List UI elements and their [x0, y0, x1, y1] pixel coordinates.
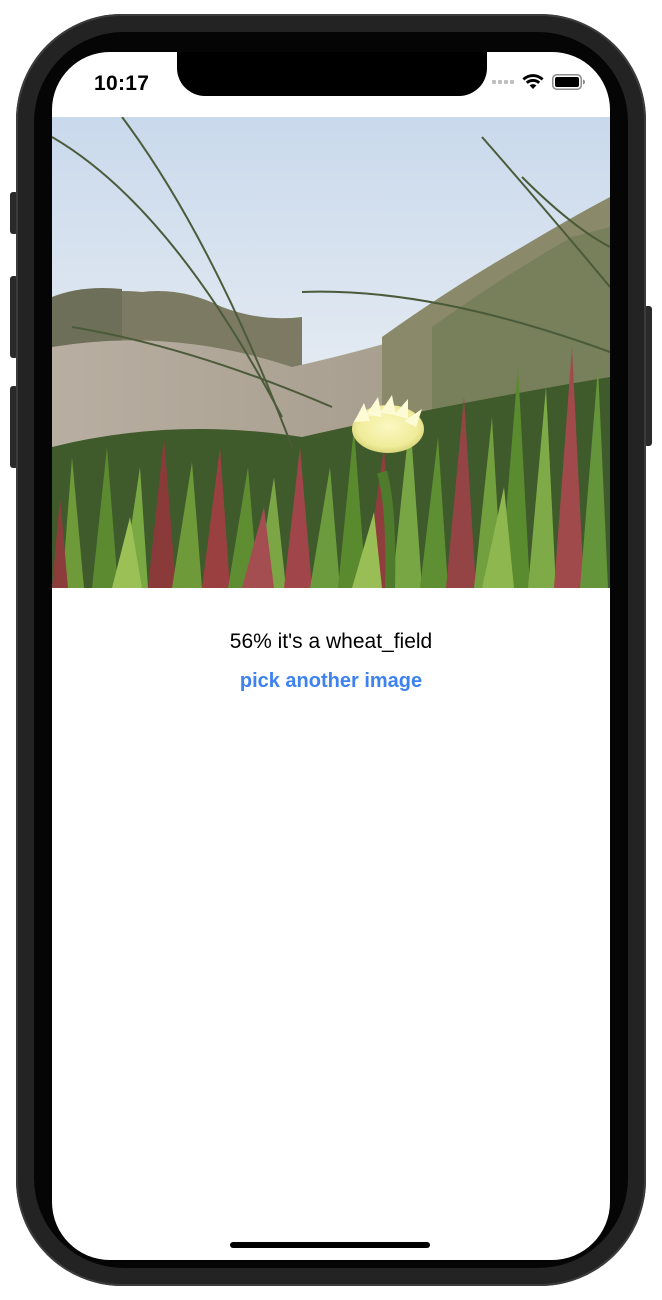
- pick-another-image-button[interactable]: pick another image: [52, 670, 610, 693]
- home-indicator[interactable]: [230, 1242, 430, 1248]
- status-time: 10:17: [94, 72, 150, 95]
- photo-preview: [52, 117, 610, 588]
- battery-icon: [552, 74, 585, 90]
- phone-screen: 10:17 56% it's a wheat_field pick anothe…: [52, 52, 610, 1260]
- cellular-signal-icon: [492, 80, 514, 84]
- classification-result: 56% it's a wheat_field: [229, 630, 433, 653]
- photo-image: [52, 117, 610, 588]
- notch: [177, 52, 487, 96]
- status-icons: [492, 74, 586, 90]
- wifi-icon: [522, 74, 544, 89]
